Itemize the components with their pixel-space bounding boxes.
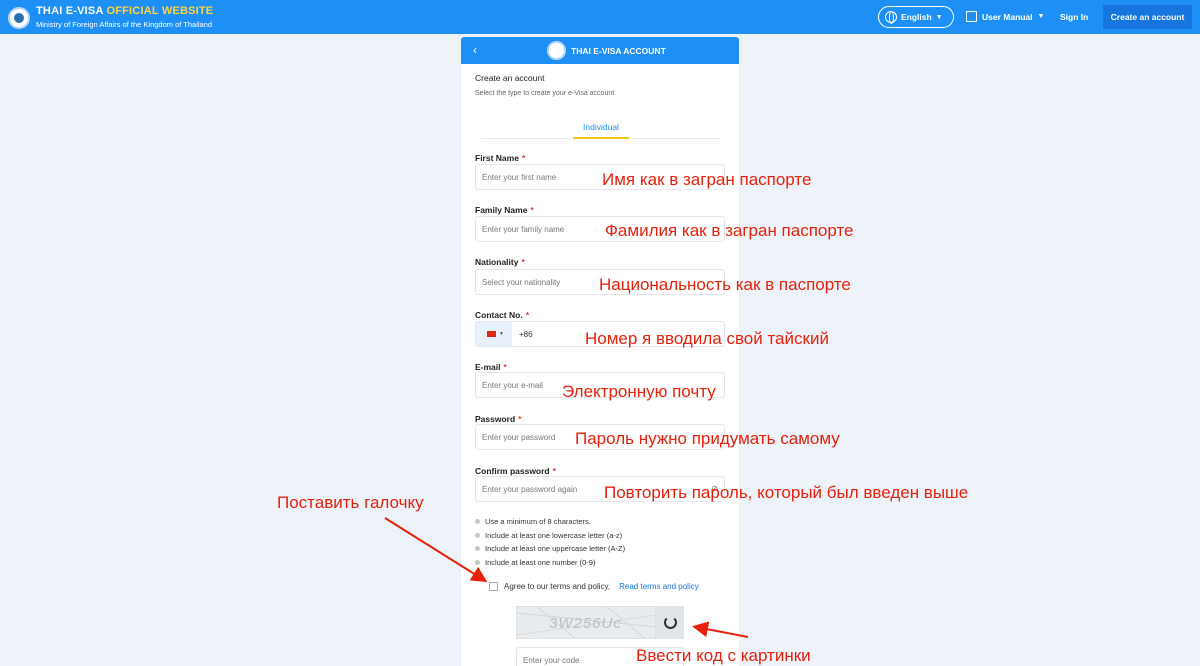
arrow-to-checkbox [384, 517, 488, 583]
annotation-arrows [384, 517, 749, 638]
arrow-to-captcha [692, 621, 749, 638]
